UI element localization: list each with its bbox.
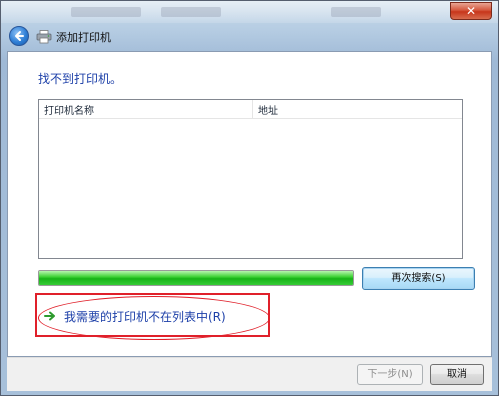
annotation-ellipse [38,296,270,340]
column-header-printer-name[interactable]: 打印机名称 [44,102,94,117]
column-header-address[interactable]: 地址 [258,102,278,117]
cancel-button[interactable]: 取消 [430,364,484,385]
next-button[interactable]: 下一步(N) [357,364,423,385]
close-button[interactable]: ✕ [450,2,492,20]
background-blur [161,7,221,17]
titlebar: 添加打印机 [7,24,492,50]
progress-fill [39,271,353,285]
printer-list[interactable]: 打印机名称 地址 [38,99,463,259]
list-header: 打印机名称 地址 [39,100,462,119]
add-printer-window: ✕ 添加打印机 找不到打印机。 打印机名称 地址 再次搜索(S) 我需要的打印机… [0,0,499,396]
close-icon: ✕ [465,4,477,18]
wizard-footer: 下一步(N) 取消 [7,357,492,391]
search-progress-bar [38,270,354,286]
wizard-content: 找不到打印机。 打印机名称 地址 再次搜索(S) 我需要的打印机不在列表中(R) [7,51,492,357]
search-again-button[interactable]: 再次搜索(S) [362,267,475,290]
page-heading: 找不到打印机。 [38,72,123,86]
background-blur [71,7,141,17]
window-title: 添加打印机 [56,31,111,44]
printer-icon [36,30,52,44]
back-button[interactable] [9,26,29,46]
background-blur [331,7,381,17]
back-arrow-icon [15,31,24,41]
column-divider [252,100,253,118]
